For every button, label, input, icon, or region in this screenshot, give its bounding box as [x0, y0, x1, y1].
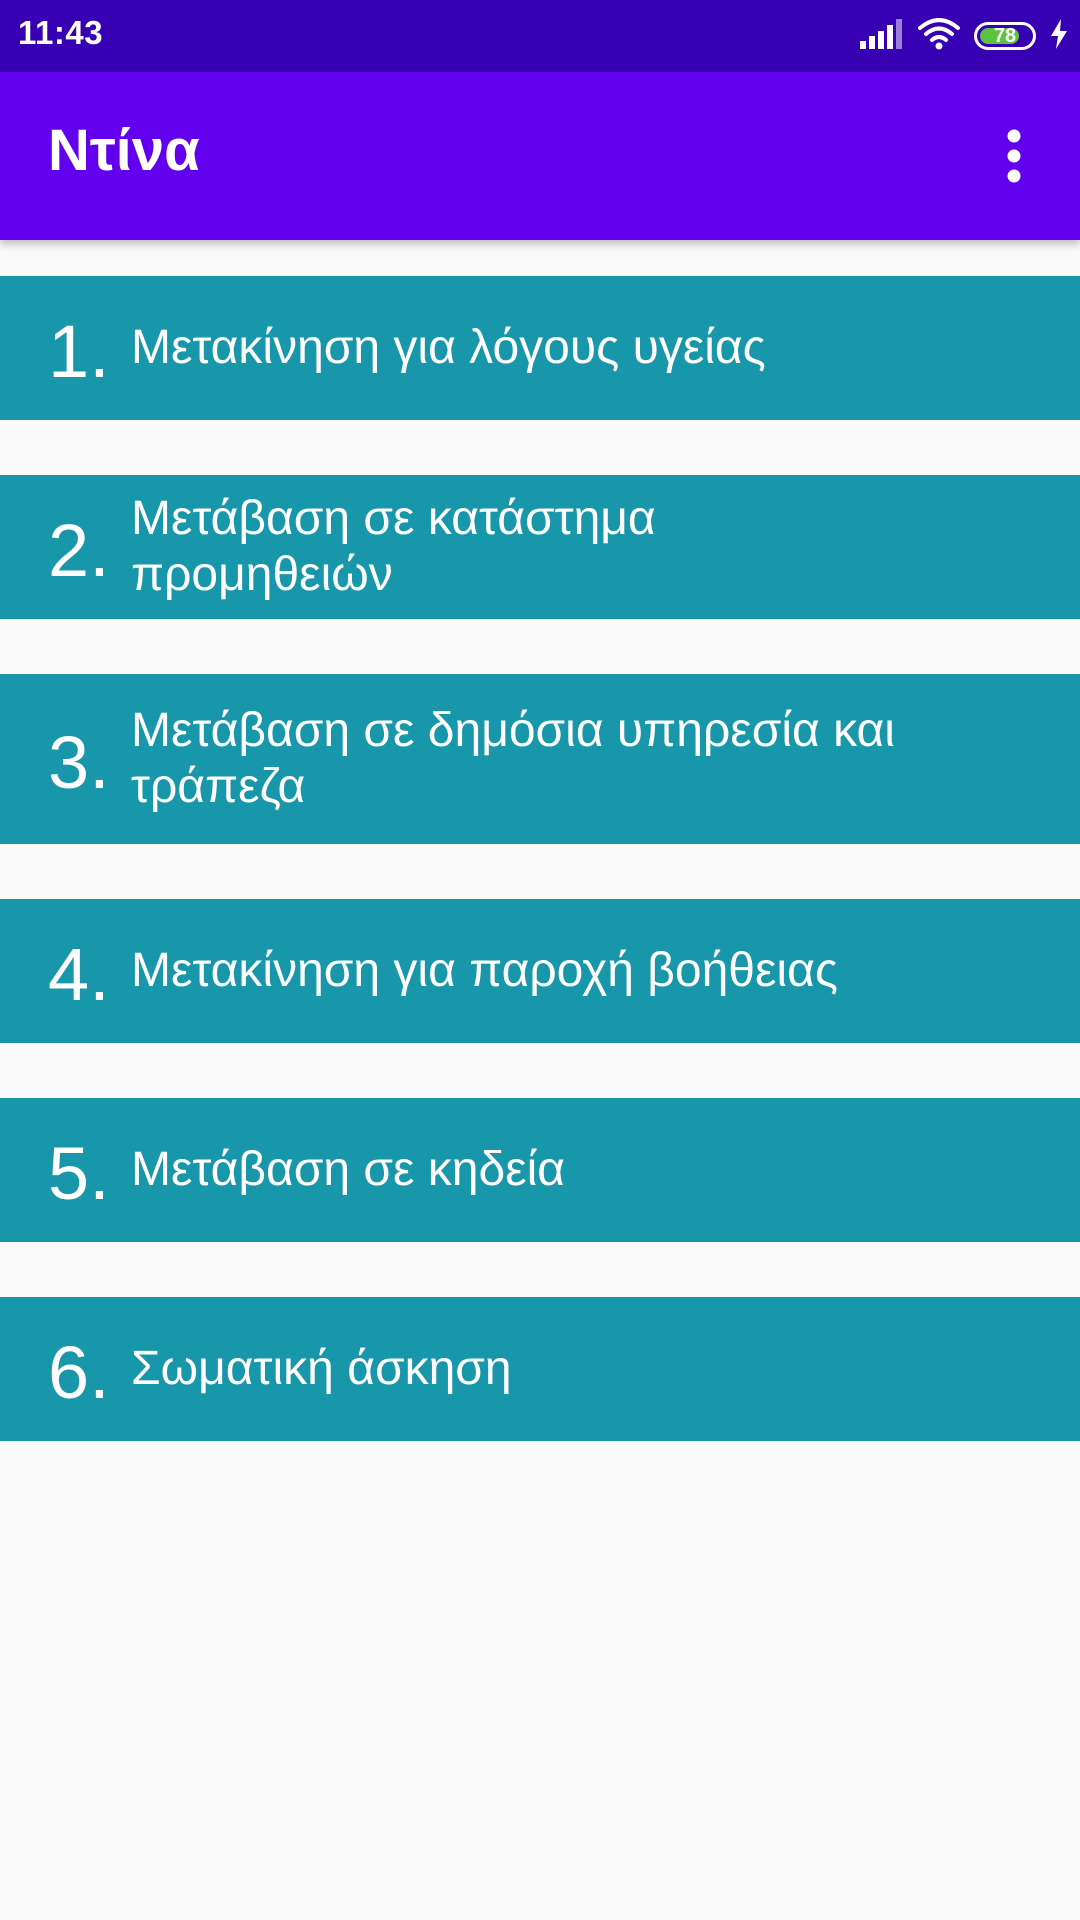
battery-level-label: 78 — [993, 25, 1017, 47]
list-item[interactable]: 4. Μετακίνηση για παροχή βοήθειας — [0, 899, 1080, 1043]
overflow-menu-button[interactable] — [974, 116, 1054, 196]
list-item[interactable]: 2. Μετάβαση σε κατάστημα προμηθειών — [0, 475, 1080, 619]
status-icons: 78 — [860, 16, 1068, 56]
item-label: Μετάβαση σε κατάστημα προμηθειών — [131, 492, 656, 601]
item-number: 1. — [48, 310, 110, 393]
signal-icon — [860, 18, 904, 54]
status-time: 11:43 — [18, 14, 104, 51]
item-number: 3. — [48, 721, 110, 804]
list-item[interactable]: 1. Μετακίνηση για λόγους υγείας — [0, 276, 1080, 420]
item-label: Μετακίνηση για λόγους υγείας — [131, 321, 766, 374]
app-title: Ντίνα — [48, 118, 200, 183]
item-label: Μετάβαση σε δημόσια υπηρεσία και τράπεζα — [131, 704, 895, 813]
item-label: Μετακίνηση για παροχή βοήθειας — [131, 944, 838, 997]
item-label: Σωματική άσκηση — [131, 1342, 512, 1395]
item-number: 6. — [48, 1331, 110, 1414]
item-label: Μετάβαση σε κηδεία — [131, 1143, 566, 1196]
item-number: 4. — [48, 933, 110, 1016]
item-number: 2. — [48, 509, 110, 592]
status-bar: 11:43 78 — [0, 0, 1080, 72]
list-item[interactable]: 6. Σωματική άσκηση — [0, 1297, 1080, 1441]
item-number: 5. — [48, 1132, 110, 1215]
battery-icon: 78 — [974, 22, 1036, 50]
charging-icon — [1050, 18, 1068, 54]
more-vert-icon — [1007, 129, 1021, 183]
wifi-icon — [918, 17, 960, 55]
list-item[interactable]: 5. Μετάβαση σε κηδεία — [0, 1098, 1080, 1242]
app-bar: Ντίνα — [0, 72, 1080, 240]
list-item[interactable]: 3. Μετάβαση σε δημόσια υπηρεσία και τράπ… — [0, 674, 1080, 844]
options-list: 1. Μετακίνηση για λόγους υγείας 2. Μετάβ… — [0, 276, 1080, 1496]
